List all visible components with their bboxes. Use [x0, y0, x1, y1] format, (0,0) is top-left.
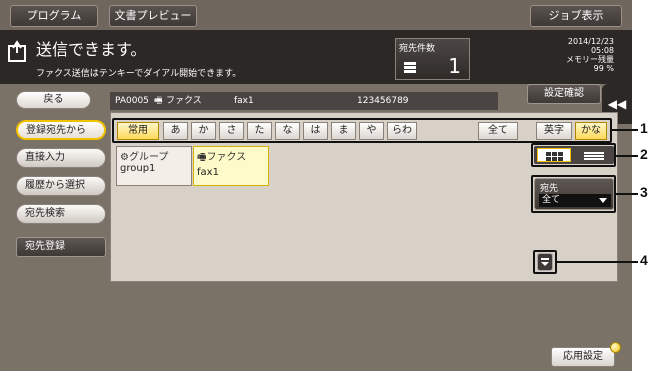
menu-from-registered[interactable]: 登録宛先から [16, 120, 106, 140]
callout-line-4 [557, 261, 638, 263]
document-preview-button[interactable]: 文書プレビュー [109, 5, 197, 27]
settings-confirm-button[interactable]: 設定確認 [527, 84, 601, 104]
application-settings-button[interactable]: 応用設定 [551, 347, 615, 367]
send-document-icon [8, 40, 26, 62]
group-icon: ⚙ [120, 152, 129, 163]
machine-info: 2014/12/23 05:08 メモリー残量 99 % [566, 37, 614, 73]
callout-number-1: 1 [640, 120, 648, 136]
status-message: ファクス送信はテンキーでダイアル開始できます。 [36, 69, 242, 79]
status-indicator-dot [610, 342, 621, 353]
path-name: fax1 [234, 96, 254, 106]
callout-box-1 [112, 118, 612, 143]
address-type-row: ⚙グループ [120, 148, 188, 163]
menu-address-search[interactable]: 宛先検索 [16, 204, 106, 224]
list-icon [404, 62, 416, 73]
back-button[interactable]: 戻る [16, 91, 91, 109]
callout-box-2 [531, 143, 616, 167]
callout-number-2: 2 [640, 146, 648, 162]
program-button[interactable]: プログラム [10, 5, 98, 27]
menu-select-from-history[interactable]: 履歴から選択 [16, 176, 106, 196]
callout-line-1 [612, 129, 638, 131]
destination-count: 1 [448, 54, 461, 78]
top-bar: プログラム 文書プレビュー ジョブ表示 [0, 0, 632, 30]
address-item-group1[interactable]: ⚙グループ group1 [116, 146, 192, 186]
destination-path-bar: PA0005 🖷 ファクス fax1 123456789 [110, 92, 498, 110]
menu-direct-input[interactable]: 直接入力 [16, 148, 106, 168]
date-text: 2014/12/23 [567, 37, 614, 46]
status-area: 送信できます。 ファクス送信はテンキーでダイアル開始できます。 宛先件数 1 2… [0, 30, 632, 84]
destination-count-button[interactable]: 宛先件数 1 [395, 38, 470, 80]
address-type: グループ [128, 152, 169, 163]
address-register-button[interactable]: 宛先登録 [16, 237, 106, 257]
path-id: PA0005 [115, 96, 149, 106]
job-display-button[interactable]: ジョブ表示 [530, 5, 622, 27]
callout-box-4 [533, 250, 557, 274]
time-text: 05:08 [590, 46, 614, 55]
status-title: 送信できます。 [36, 40, 147, 59]
callout-number-4: 4 [640, 252, 648, 268]
address-type-row: 🖷ファクス [197, 148, 265, 167]
destination-count-label: 宛先件数 [399, 44, 436, 54]
address-item-fax1[interactable]: 🖷ファクス fax1 [193, 146, 269, 186]
address-name: fax1 [197, 167, 219, 178]
callout-number-3: 3 [640, 184, 648, 200]
fax-small-icon: 🖷 [154, 96, 163, 106]
callout-box-3 [531, 175, 616, 213]
callout-line-2 [616, 155, 638, 157]
path-number: 123456789 [357, 96, 409, 106]
address-type: ファクス [206, 152, 247, 163]
memory-value: 99 % [593, 64, 614, 73]
address-name: group1 [120, 163, 156, 174]
callout-line-3 [616, 193, 638, 195]
memory-label: メモリー残量 [566, 55, 614, 64]
path-type: ファクス [166, 96, 202, 106]
